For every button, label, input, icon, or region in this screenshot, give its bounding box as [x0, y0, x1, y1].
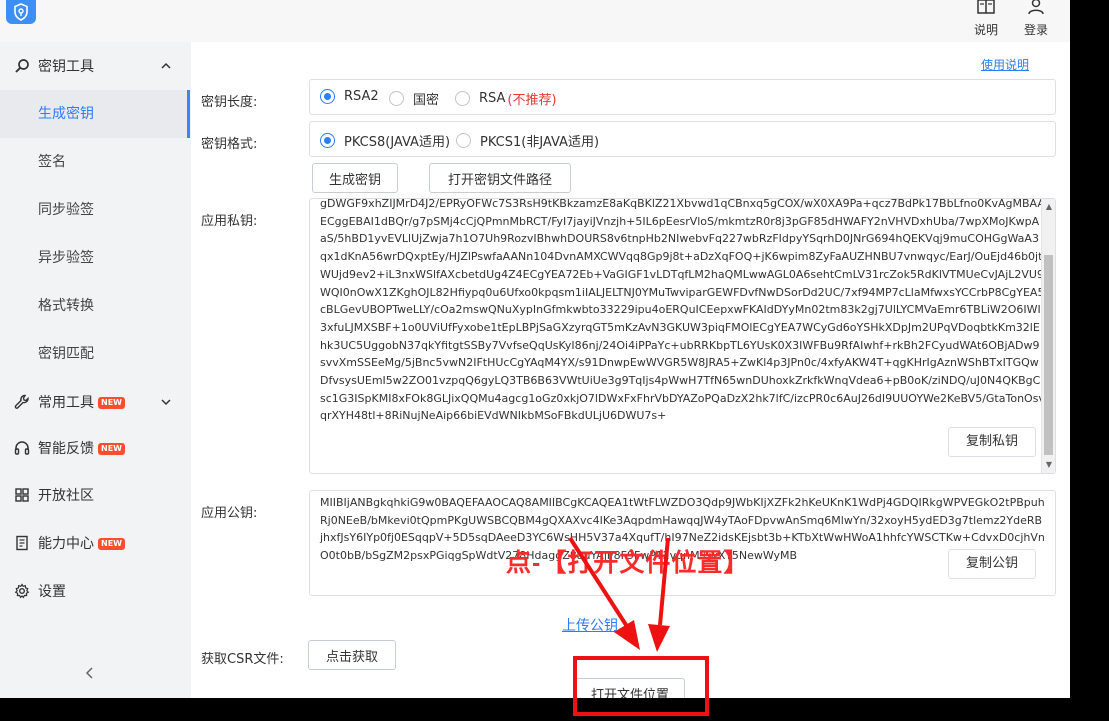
usage-help-link[interactable]: 使用说明 [981, 56, 1029, 73]
radio-indicator [320, 133, 335, 148]
sidebar-item-generate-key[interactable]: 生成密钥 [0, 90, 190, 138]
search-icon [15, 59, 29, 73]
scroll-up-icon[interactable]: ▲ [1044, 202, 1054, 212]
headset-icon [14, 441, 30, 455]
shield-key-icon [14, 3, 28, 21]
sidebar-item-async-verify[interactable]: 异步验签 [0, 234, 190, 282]
rsa-warning-text: (不推荐) [507, 93, 557, 108]
sidebar-item-sync-verify[interactable]: 同步验签 [0, 186, 190, 234]
screen-border-bottom [0, 698, 1109, 721]
radio-label: PKCS8(JAVA适用) [344, 135, 451, 150]
sidebar-item-key-match[interactable]: 密钥匹配 [0, 330, 190, 378]
copy-private-key-button[interactable]: 复制私钥 [948, 427, 1036, 457]
get-csr-button[interactable]: 点击获取 [308, 640, 396, 670]
private-key-scrollbar[interactable]: ▲ ▼ [1041, 199, 1055, 473]
sidebar-item-label: 智能反馈 [38, 441, 94, 457]
public-key-label: 应用公钥: [201, 506, 258, 521]
app-logo [6, 0, 36, 24]
book-icon [977, 0, 995, 14]
radio-indicator [455, 91, 470, 106]
radio-pkcs1[interactable]: PKCS1(非JAVA适用) [456, 131, 599, 150]
sidebar-item-smart-feedback[interactable]: 智能反馈 NEW [0, 424, 190, 472]
collapse-sidebar-icon[interactable] [84, 666, 96, 680]
login-button[interactable]: 登录 [1016, 0, 1056, 40]
radio-rsa2[interactable]: RSA2 [320, 89, 379, 104]
sidebar-group-common-tools[interactable]: 常用工具 NEW [0, 378, 190, 426]
key-format-radio-group: PKCS8(JAVA适用) PKCS1(非JAVA适用) [309, 121, 1056, 157]
radio-indicator [456, 133, 471, 148]
annotation-text: 点-【打开文件位置】 [506, 549, 750, 577]
wrench-icon [14, 394, 29, 409]
scroll-thumb[interactable] [1044, 255, 1053, 455]
sidebar-item-settings[interactable]: 设置 [0, 567, 190, 615]
private-key-label: 应用私钥: [201, 214, 258, 229]
key-format-label: 密钥格式: [201, 137, 258, 152]
sidebar-group-key-tools[interactable]: 密钥工具 [0, 42, 190, 90]
sidebar-group-label: 常用工具 [38, 395, 94, 411]
gear-icon [14, 583, 30, 599]
radio-rsa[interactable]: RSA (不推荐) [455, 89, 557, 108]
open-key-path-button[interactable]: 打开密钥文件路径 [429, 163, 571, 193]
private-key-text: gDWGF9xhZIJMrD4J2/EPRyOFWc7S3RsH9tKBkzam… [320, 198, 1045, 423]
radio-guomi[interactable]: 国密 [389, 89, 439, 108]
sidebar-item-sign[interactable]: 签名 [0, 138, 190, 186]
sidebar-item-label: 设置 [38, 584, 66, 600]
main-panel: 使用说明 密钥长度: RSA2 国密 RSA (不推荐) 密钥格式: PKCS8 [191, 42, 1070, 698]
sidebar-item-label: 开放社区 [38, 488, 94, 504]
upload-public-key-link[interactable]: 上传公钥 [562, 615, 618, 635]
chevron-up-icon[interactable] [160, 60, 172, 72]
new-badge: NEW [98, 397, 125, 409]
radio-label: RSA2 [344, 89, 379, 104]
sidebar-item-format-convert[interactable]: 格式转换 [0, 282, 190, 330]
new-badge: NEW [98, 538, 125, 550]
chevron-down-icon[interactable] [160, 396, 172, 408]
sidebar-item-capability-center[interactable]: 能力中心 NEW [0, 519, 190, 567]
radio-label: RSA [479, 91, 506, 106]
document-icon [16, 535, 28, 551]
sidebar-item-label: 能力中心 [38, 536, 94, 552]
scroll-down-icon[interactable]: ▼ [1044, 460, 1054, 470]
user-icon [1028, 0, 1044, 14]
radio-label: PKCS1(非JAVA适用) [480, 135, 600, 150]
top-header: 说明 登录 [0, 0, 1070, 42]
new-badge: NEW [98, 443, 125, 455]
login-button-label: 登录 [1023, 23, 1048, 37]
generate-key-button[interactable]: 生成密钥 [312, 163, 398, 193]
private-key-textarea[interactable]: gDWGF9xhZIJMrD4J2/EPRyOFWc7S3RsH9tKBkzam… [309, 198, 1056, 474]
radio-pkcs8[interactable]: PKCS8(JAVA适用) [320, 131, 450, 150]
radio-label: 国密 [413, 93, 440, 108]
key-length-radio-group: RSA2 国密 RSA (不推荐) [309, 79, 1056, 115]
copy-public-key-button[interactable]: 复制公钥 [948, 549, 1036, 579]
screen-border-right [1070, 0, 1109, 721]
app-window: 说明 登录 密钥工具 生成密钥 签名 同步验签 异步验签 格式转换 密钥匹配 常… [0, 0, 1070, 698]
radio-indicator [389, 91, 404, 106]
grid-icon [15, 488, 29, 502]
annotation-highlight-box [573, 656, 709, 716]
key-length-label: 密钥长度: [201, 95, 258, 110]
help-button[interactable]: 说明 [966, 0, 1006, 40]
radio-indicator [320, 89, 335, 104]
csr-label: 获取CSR文件: [201, 652, 284, 667]
sidebar-item-open-community[interactable]: 开放社区 [0, 471, 190, 519]
sidebar: 密钥工具 生成密钥 签名 同步验签 异步验签 格式转换 密钥匹配 常用工具 NEW [0, 42, 190, 698]
help-button-label: 说明 [973, 23, 998, 37]
sidebar-group-label: 密钥工具 [38, 59, 94, 75]
